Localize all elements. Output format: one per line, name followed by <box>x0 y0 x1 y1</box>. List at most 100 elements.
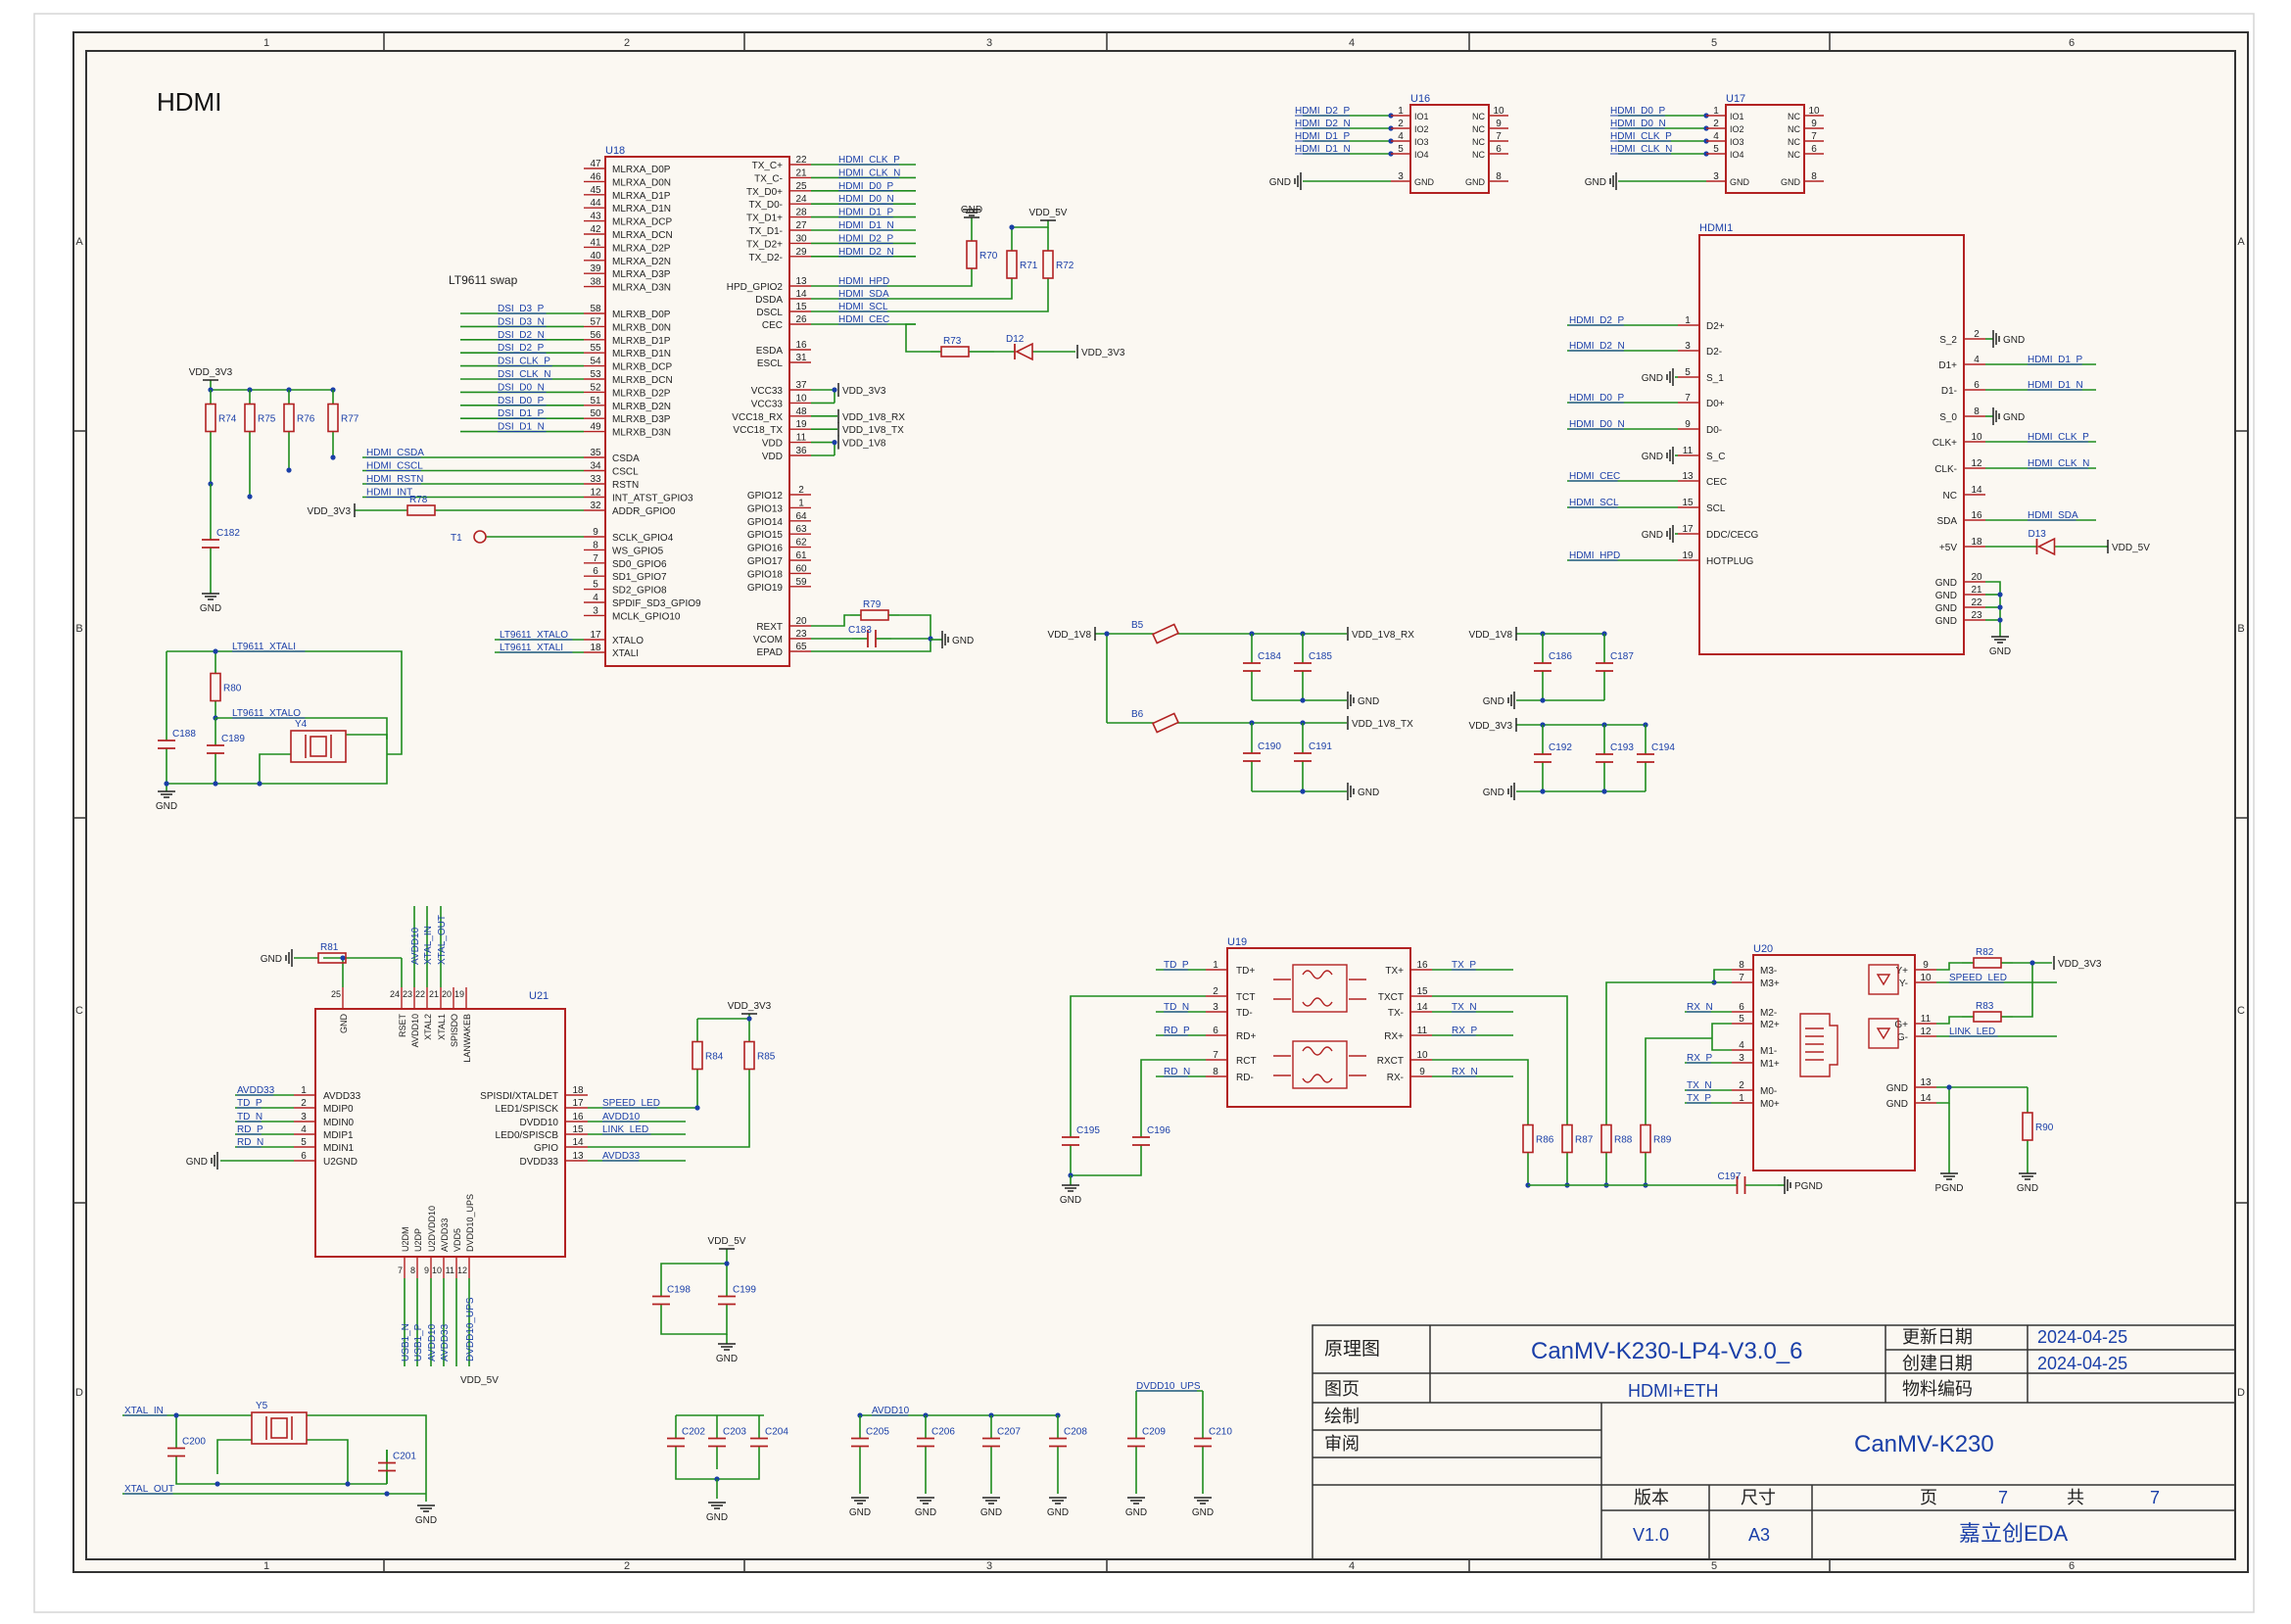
junction <box>257 781 263 787</box>
pin-number: 5 <box>301 1137 307 1148</box>
pin-number: 42 <box>590 224 601 235</box>
pin-number: 2 <box>1713 119 1719 129</box>
net-label: LT9611_XTALO <box>232 708 301 719</box>
pin-name: VDD <box>762 439 783 450</box>
pin-number: 20 <box>795 616 807 627</box>
pin-number: 3 <box>301 1112 307 1122</box>
pin-number: 12 <box>1920 1027 1932 1037</box>
gnd-label: GND <box>2003 412 2025 423</box>
pin-number: 1 <box>1685 315 1691 326</box>
net-label: HDMI_D0_P <box>1569 393 1624 404</box>
tb-page-no: 7 <box>1998 1488 2008 1507</box>
net-label: AVDD10 <box>602 1112 641 1122</box>
net-label: DSI_D2_P <box>498 343 545 354</box>
net-label: LT9611_XTALI <box>500 643 563 653</box>
net-label: HDMI_D2_P <box>838 233 893 244</box>
pin-name: LED1/SPISCK <box>496 1104 559 1115</box>
pin-name: GND <box>1935 578 1957 589</box>
pin-name: GND <box>1781 177 1801 187</box>
pin-name: D2+ <box>1706 321 1725 332</box>
pin-number: 5 <box>1685 367 1691 378</box>
row-letter: B <box>75 623 82 635</box>
pin-name: TX_D2+ <box>746 239 783 250</box>
col-number: 4 <box>1349 1560 1355 1572</box>
net-label: DSI_D3_N <box>498 316 545 327</box>
col-number: 4 <box>1349 37 1355 49</box>
pin-name: GPIO18 <box>747 569 784 580</box>
gnd-label: GND <box>1989 646 2011 657</box>
pin-number: 58 <box>590 304 601 314</box>
pin-number: 41 <box>590 237 601 248</box>
row-letter: A <box>75 236 83 248</box>
ref-designator: R90 <box>2035 1122 2054 1133</box>
ref-designator: R89 <box>1653 1135 1672 1146</box>
pin-name: MLRXB_D0N <box>612 322 671 333</box>
pin-number: 34 <box>590 461 601 472</box>
gnd-label: GND <box>186 1157 208 1168</box>
ref-designator: C210 <box>1209 1427 1232 1438</box>
pin-name: TX_C+ <box>752 161 784 171</box>
pin-number: 13 <box>572 1151 584 1162</box>
ref-designator: R82 <box>1976 947 1994 958</box>
net-label: DSI_D3_P <box>498 304 545 314</box>
power-label: VDD_3V3 <box>308 506 352 517</box>
pin-name: CSDA <box>612 454 640 464</box>
net-label: AVDD33 <box>237 1085 275 1096</box>
power-label: VDD_3V3 <box>728 1001 772 1012</box>
pin-name: +5V <box>1939 543 1957 553</box>
net-label: TD_P <box>1164 960 1189 971</box>
junction <box>1540 788 1546 794</box>
pin-name: GND <box>1935 616 1957 627</box>
tb-project: CanMV-K230-LP4-V3.0_6 <box>1531 1338 1803 1364</box>
pin-number: 62 <box>795 538 807 549</box>
net-label: HDMI_CSCL <box>366 461 423 472</box>
gnd-label: GND <box>716 1354 738 1364</box>
pin-number: 9 <box>1496 119 1502 129</box>
pin-name: CSCL <box>612 467 639 478</box>
pin-number: 9 <box>1923 960 1929 971</box>
row-letter: C <box>2237 1005 2245 1017</box>
ref-designator: B6 <box>1131 709 1144 720</box>
net-label: HDMI_CLK_P <box>838 155 900 166</box>
pin-number: 1 <box>1398 106 1404 117</box>
pin-name: M2+ <box>1760 1020 1780 1030</box>
pin-name: GND <box>1465 177 1486 187</box>
pin-name: MLRXA_D2N <box>612 257 671 267</box>
net-label: HDMI_CEC <box>838 314 889 325</box>
ref-designator: C186 <box>1549 651 1572 662</box>
gnd-label: GND <box>1358 788 1379 798</box>
pin-number: 11 <box>446 1266 454 1275</box>
pin-number: 8 <box>1213 1067 1218 1077</box>
pin-number: 3 <box>1739 1053 1744 1064</box>
pin-number: 27 <box>795 220 807 231</box>
net-label: TX_P <box>1452 960 1476 971</box>
pin-name: G+ <box>1894 1020 1908 1030</box>
col-number: 1 <box>263 1560 269 1572</box>
tb-size: A3 <box>1748 1525 1770 1545</box>
pin-number: 23 <box>795 629 807 640</box>
net-label: DSI_CLK_P <box>498 357 550 367</box>
tb-page-name: HDMI+ETH <box>1628 1381 1719 1401</box>
pin-number: 20 <box>442 989 452 999</box>
pin-name: DSDA <box>755 295 783 306</box>
net-label: RX_N <box>1687 1002 1713 1013</box>
net-label: TD_P <box>237 1098 263 1109</box>
pin-name: U2DVDD10 <box>427 1206 437 1252</box>
net-label: HDMI_D1_N <box>2028 380 2083 391</box>
net-label: AVDD33 <box>440 1323 451 1361</box>
pin-number: 21 <box>795 167 807 178</box>
pin-name: VDD5 <box>453 1228 462 1252</box>
pin-name: SCL <box>1706 503 1726 514</box>
pin-name: VCC33 <box>751 386 784 397</box>
pin-name: HOTPLUG <box>1706 556 1754 567</box>
tb-label-drawn: 绘制 <box>1324 1407 1360 1426</box>
net-label: RD_P <box>237 1124 263 1135</box>
net-label: RD_P <box>1164 1026 1190 1036</box>
pin-number: 33 <box>590 474 601 485</box>
pin-name: GPIO12 <box>747 491 784 502</box>
row-letter: D <box>75 1387 83 1399</box>
pin-number: 6 <box>1739 1002 1744 1013</box>
ref-designator: R85 <box>757 1052 776 1063</box>
pin-name: MLRXB_D0P <box>612 310 671 320</box>
pin-number: 37 <box>795 380 807 391</box>
